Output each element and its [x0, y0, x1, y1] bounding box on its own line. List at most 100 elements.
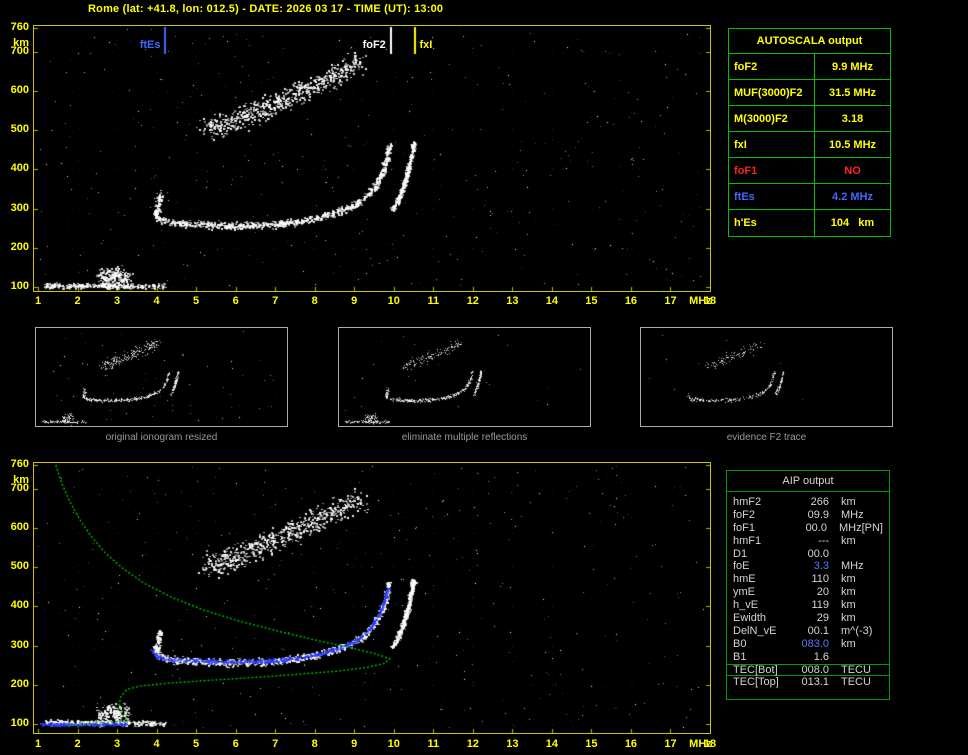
- aip-param-value: ---: [818, 534, 829, 547]
- aip-param-name: hmF1: [733, 534, 762, 547]
- aip-param-unit: km: [841, 573, 856, 586]
- autoscala-row-ftEs: ftEs 4.2 MHz: [729, 184, 890, 210]
- aip-param-value: 20: [816, 586, 829, 599]
- y-tick-label: 500: [10, 560, 29, 573]
- y-tick-label: 100: [10, 279, 29, 292]
- x-tick-label: 14: [545, 738, 558, 750]
- aip-param-unit: MHz: [838, 521, 862, 534]
- marker-label-foF2: foF2: [362, 39, 386, 51]
- x-tick-label: 11: [427, 738, 440, 750]
- main-ionogram-canvas: [34, 26, 710, 291]
- x-tick-label: 8: [311, 738, 318, 750]
- aip-param-name: hmE: [733, 573, 756, 586]
- y-tick-label: 200: [10, 240, 29, 253]
- autoscala-output-table: AUTOSCALA output foF2 9.9 MHz MUF(3000)F2 3…: [728, 28, 891, 237]
- aip-param-value: 09.9: [807, 508, 829, 521]
- aip-param-unit: m^(-3): [841, 624, 873, 637]
- y-tick-label: 760: [10, 458, 29, 470]
- x-tick-label: 17: [664, 738, 677, 750]
- y-tick-label: 300: [10, 201, 29, 214]
- aip-param-unit: TECU: [841, 676, 871, 689]
- marker-label-ftEs: ftEs: [139, 39, 161, 51]
- aip-row-foF1: foF1 00.0 MHz [PN]: [727, 522, 889, 535]
- aip-param-name: B0: [733, 637, 747, 650]
- profile-ionogram-canvas: [34, 463, 710, 733]
- aip-param-value: 110: [811, 573, 829, 586]
- autoscala-param-label: ftEs: [729, 184, 815, 209]
- main-ionogram-x-axis: 1 2 3 4 5 6 7 8 9 10 11 12 13 14 15 16 17 18 MHz: [33, 295, 733, 309]
- x-tick-label: 9: [351, 738, 358, 750]
- aip-row-B1: B1 1.6: [727, 651, 889, 664]
- profile-ionogram-y-axis: 760 700 600 500 400 300 200 100 km: [3, 458, 30, 734]
- autoscala-param-value: 31.5 MHz: [828, 87, 877, 99]
- aip-panel-title: AIP output: [727, 471, 889, 492]
- aip-param-value: 3.3: [813, 560, 829, 573]
- x-tick-label: 8: [311, 295, 318, 307]
- aip-row-hmF2: hmF2 266 km: [727, 496, 889, 509]
- autoscala-param-value: 9.9 MHz: [832, 61, 873, 73]
- aip-row-DelN_vE: DelN_vE 00.1 m^(-3): [727, 625, 889, 638]
- autoscala-param-label: h'Es: [729, 210, 815, 236]
- aip-row-hmF1: hmF1 --- km: [727, 535, 889, 548]
- autoscala-param-label: foF1: [729, 158, 815, 183]
- x-tick-label: 6: [232, 295, 239, 307]
- x-tick-label: 1: [34, 295, 42, 307]
- x-tick-label: 15: [585, 295, 598, 307]
- autoscala-param-label: foF2: [729, 54, 815, 79]
- y-tick-label: 400: [10, 599, 29, 612]
- autoscala-row-h'Es: h'Es 104 km: [729, 210, 890, 236]
- aip-row-B0: B0 083.0 km: [727, 638, 889, 651]
- thumb-evidence-f2: [640, 327, 893, 427]
- aip-param-note: [PN]: [861, 521, 883, 534]
- y-tick-label: 400: [10, 162, 29, 175]
- x-tick-label: 17: [664, 295, 677, 307]
- x-tick-label: 9: [351, 295, 358, 307]
- aip-param-value: 266: [810, 496, 829, 508]
- aip-param-unit: MHz: [841, 560, 864, 573]
- marker-label-fxI: fxI: [419, 39, 433, 51]
- aip-param-unit: km: [841, 599, 856, 612]
- aip-output-panel: AIP output hmF2 266 km foF2 09.9 MHz foF1 00.0 M…: [726, 470, 890, 700]
- aip-row-hmE: hmE 110 km: [727, 573, 889, 586]
- y-axis-unit-label: km: [13, 474, 29, 486]
- y-tick-label: 200: [10, 677, 29, 690]
- aip-param-unit: km: [841, 612, 856, 625]
- y-tick-label: 600: [10, 520, 29, 533]
- aip-param-value: 00.1: [807, 624, 829, 637]
- profile-ionogram-x-axis: 1 2 3 4 5 6 7 8 9 10 11 12 13 14 15 16 17 18 MHz: [33, 738, 733, 752]
- x-tick-label: 6: [232, 738, 239, 750]
- aip-param-name: foF2: [733, 508, 756, 521]
- x-tick-label: 5: [193, 295, 200, 307]
- window-title: Rome (lat: +41.8, lon: 012.5) - DATE: 20…: [88, 3, 444, 15]
- aip-param-unit: MHz: [841, 508, 864, 521]
- aip-param-name: DelN_vE: [733, 624, 777, 637]
- autoscala-param-value: 104 km: [830, 217, 875, 229]
- aip-param-unit: km: [841, 637, 856, 650]
- aip-param-unit: TECU: [841, 663, 871, 676]
- aip-param-name: h_vE: [733, 599, 759, 612]
- aip-row-ymE: ymE 20 km: [727, 586, 889, 599]
- autoscala-param-label: fxI: [729, 132, 815, 157]
- y-tick-label: 100: [10, 716, 29, 729]
- aip-param-name: foE: [733, 560, 750, 573]
- aip-param-unit: km: [841, 534, 856, 547]
- thumb-original-caption: original ionogram resized: [105, 432, 218, 443]
- x-tick-label: 16: [624, 738, 638, 750]
- autoscala-row-M(3000)F2: M(3000)F2 3.18: [729, 106, 890, 132]
- x-tick-label: 4: [153, 295, 160, 307]
- x-tick-label: 15: [585, 738, 598, 750]
- aip-param-name: Ewidth: [733, 612, 767, 625]
- y-tick-label: 300: [10, 638, 29, 651]
- aip-param-name: D1: [733, 547, 748, 560]
- aip-param-value: 013.1: [801, 676, 829, 689]
- x-tick-label: 3: [113, 295, 121, 307]
- thumb-eliminate-multiples-caption: eliminate multiple reflections: [401, 432, 528, 443]
- aip-param-value: 00.0: [807, 547, 829, 560]
- profile-ionogram-plot: [33, 462, 711, 734]
- thumb-original-canvas: [36, 328, 287, 426]
- aip-param-value: 083.0: [801, 637, 829, 650]
- autoscala-row-fxI: fxI 10.5 MHz: [729, 132, 890, 158]
- autoscala-row-foF2: foF2 9.9 MHz: [729, 54, 890, 80]
- autoscala-table-title: AUTOSCALA output: [729, 29, 890, 54]
- x-tick-label: 7: [272, 295, 279, 307]
